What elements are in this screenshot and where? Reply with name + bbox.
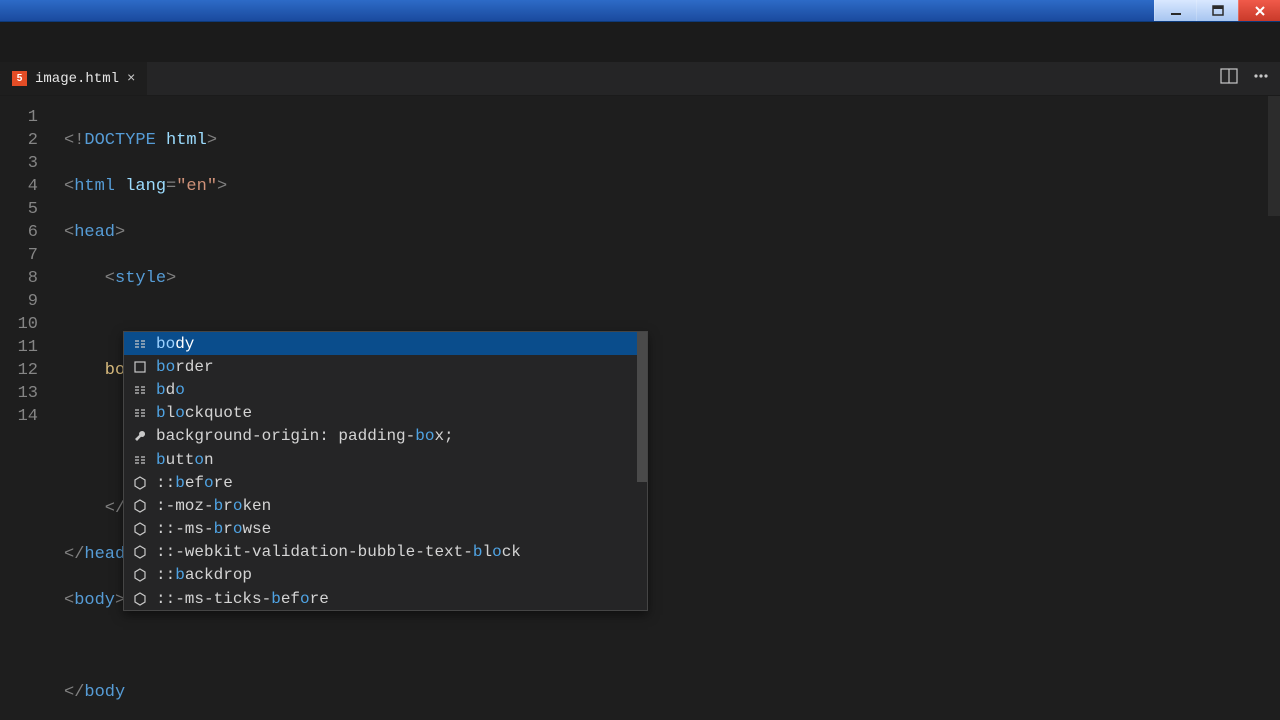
autocomplete-item[interactable]: ::-ms-ticks-before [124,587,647,610]
hex-icon [132,567,148,583]
hex-icon [132,498,148,514]
autocomplete-item[interactable]: ::backdrop [124,564,647,587]
editor[interactable]: 123 456 789 101112 1314 <!DOCTYPE html> … [0,96,1280,720]
autocomplete-item[interactable]: bdo [124,378,647,401]
autocomplete-item[interactable]: body [124,332,647,355]
hex-icon [132,475,148,491]
prop-icon [132,452,148,468]
hex-icon [132,521,148,537]
prop-icon [132,336,148,352]
autocomplete-item[interactable]: :-moz-broken [124,494,647,517]
window-minimize-button[interactable] [1154,0,1196,21]
autocomplete-label: blockquote [156,404,252,422]
autocomplete-label: body [156,335,194,353]
line-gutter: 123 456 789 101112 1314 [0,96,56,720]
editor-actions [1220,62,1280,95]
autocomplete-item[interactable]: background-origin: padding-box; [124,425,647,448]
prop-icon [132,405,148,421]
tab-image-html[interactable]: 5 image.html × [0,62,147,95]
window-close-button[interactable] [1238,0,1280,21]
window-maximize-button[interactable] [1196,0,1238,21]
autocomplete-label: button [156,451,214,469]
autocomplete-item[interactable]: ::-ms-browse [124,518,647,541]
autocomplete-item[interactable]: button [124,448,647,471]
menu-bar [0,22,1280,62]
box-icon [132,359,148,375]
autocomplete-label: ::before [156,474,233,492]
prop-icon [132,382,148,398]
autocomplete-scrollbar[interactable] [637,332,647,482]
autocomplete-label: background-origin: padding-box; [156,427,454,445]
autocomplete-item[interactable]: ::-webkit-validation-bubble-text-block [124,541,647,564]
autocomplete-popup: body border bdo blockquote background-origin… [123,331,648,611]
autocomplete-item[interactable]: border [124,355,647,378]
autocomplete-label: ::-ms-ticks-before [156,590,329,608]
autocomplete-label: ::backdrop [156,566,252,584]
autocomplete-label: :-moz-broken [156,497,271,515]
hex-icon [132,544,148,560]
tab-bar: 5 image.html × [0,62,1280,96]
tab-close-icon[interactable]: × [127,71,135,87]
minimap-scrollbar[interactable] [1268,96,1280,216]
html-file-icon: 5 [12,71,27,86]
autocomplete-item[interactable]: blockquote [124,402,647,425]
window-titlebar [0,0,1280,22]
autocomplete-label: border [156,358,214,376]
split-editor-icon[interactable] [1220,67,1238,90]
autocomplete-label: bdo [156,381,185,399]
autocomplete-label: ::-ms-browse [156,520,271,538]
autocomplete-label: ::-webkit-validation-bubble-text-block [156,543,521,561]
more-actions-icon[interactable] [1252,67,1270,90]
tab-label: image.html [35,71,119,87]
hex-icon [132,591,148,607]
wrench-icon [132,428,148,444]
autocomplete-item[interactable]: ::before [124,471,647,494]
